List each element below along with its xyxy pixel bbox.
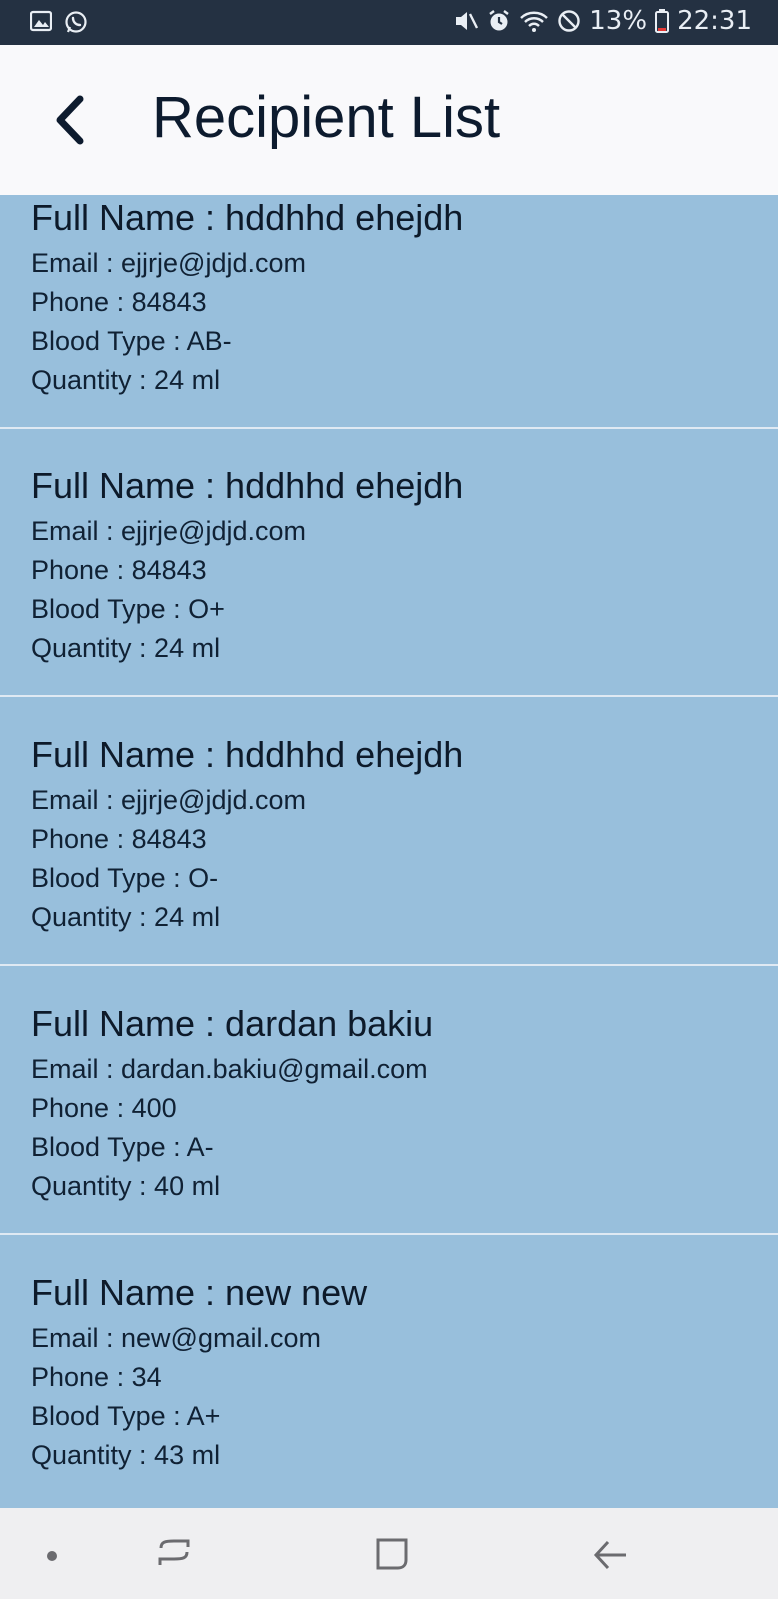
back-nav-button[interactable] bbox=[580, 1528, 640, 1578]
app-bar: Recipient List bbox=[0, 45, 778, 195]
do-not-disturb-icon bbox=[558, 10, 580, 32]
list-item[interactable]: Full Name : hddhhd ehejdh Email : ejjrje… bbox=[0, 698, 778, 966]
list-item[interactable]: Full Name : new new Email : new@gmail.co… bbox=[0, 1236, 778, 1504]
recipient-full-name: Full Name : hddhhd ehejdh bbox=[31, 465, 464, 506]
status-left-icons bbox=[30, 10, 88, 34]
list-item[interactable]: Full Name : hddhhd ehejdh Email : ejjrje… bbox=[0, 429, 778, 697]
recipient-email: Email : new@gmail.com bbox=[31, 1323, 321, 1353]
back-button[interactable] bbox=[46, 85, 90, 155]
chevron-left-icon bbox=[56, 95, 84, 145]
recipient-phone: Phone : 84843 bbox=[31, 287, 207, 317]
recipient-full-name: Full Name : dardan bakiu bbox=[31, 1003, 434, 1044]
home-icon bbox=[376, 1538, 408, 1570]
gallery-icon bbox=[30, 10, 52, 32]
recipient-quantity: Quantity : 24 ml bbox=[31, 902, 221, 932]
recipient-quantity: Quantity : 24 ml bbox=[31, 633, 221, 663]
recipient-list[interactable]: Full Name : hddhhd ehejdh Email : ejjrje… bbox=[0, 195, 778, 1508]
recipient-phone: Phone : 84843 bbox=[31, 555, 207, 585]
recipient-full-name: Full Name : hddhhd ehejdh bbox=[31, 197, 464, 238]
recipient-full-name: Full Name : hddhhd ehejdh bbox=[31, 734, 464, 775]
recipient-blood-type: Blood Type : O+ bbox=[31, 594, 225, 624]
recent-apps-button[interactable] bbox=[144, 1528, 204, 1578]
alarm-icon bbox=[489, 10, 509, 31]
recipient-blood-type: Blood Type : A+ bbox=[31, 1401, 221, 1431]
recipient-email: Email : ejjrje@jdjd.com bbox=[31, 785, 306, 815]
clock: 22:31 bbox=[677, 6, 752, 36]
whatsapp-icon bbox=[65, 11, 87, 33]
dot-icon bbox=[47, 1551, 57, 1561]
status-right-icons: 13% 22:31 bbox=[453, 6, 752, 36]
recipient-email: Email : ejjrje@jdjd.com bbox=[31, 516, 306, 546]
recipient-email: Email : dardan.bakiu@gmail.com bbox=[31, 1054, 428, 1084]
recipient-phone: Phone : 34 bbox=[31, 1362, 162, 1392]
nav-dot-button[interactable] bbox=[22, 1528, 82, 1578]
recipient-quantity: Quantity : 43 ml bbox=[31, 1440, 221, 1470]
recipient-blood-type: Blood Type : AB- bbox=[31, 326, 232, 356]
status-bar: 13% 22:31 bbox=[0, 0, 778, 45]
home-button[interactable] bbox=[362, 1528, 422, 1578]
recipient-phone: Phone : 400 bbox=[31, 1093, 177, 1123]
recipient-phone: Phone : 84843 bbox=[31, 824, 207, 854]
recent-apps-icon bbox=[158, 1539, 190, 1565]
battery-percentage: 13% bbox=[589, 6, 648, 36]
system-nav-bar bbox=[0, 1508, 778, 1599]
list-item[interactable]: Full Name : dardan bakiu Email : dardan.… bbox=[0, 967, 778, 1235]
recipient-quantity: Quantity : 40 ml bbox=[31, 1171, 221, 1201]
recipient-blood-type: Blood Type : O- bbox=[31, 863, 219, 893]
wifi-icon bbox=[520, 11, 549, 32]
recipient-email: Email : ejjrje@jdjd.com bbox=[31, 248, 306, 278]
list-item[interactable]: Full Name : hddhhd ehejdh Email : ejjrje… bbox=[0, 195, 778, 429]
mute-icon bbox=[456, 12, 479, 30]
page-title: Recipient List bbox=[152, 85, 501, 150]
recipient-full-name: Full Name : new new bbox=[31, 1272, 368, 1313]
recipient-blood-type: Blood Type : A- bbox=[31, 1132, 214, 1162]
back-arrow-icon bbox=[593, 1540, 626, 1570]
recipient-quantity: Quantity : 24 ml bbox=[31, 365, 221, 395]
battery-icon bbox=[655, 9, 670, 33]
